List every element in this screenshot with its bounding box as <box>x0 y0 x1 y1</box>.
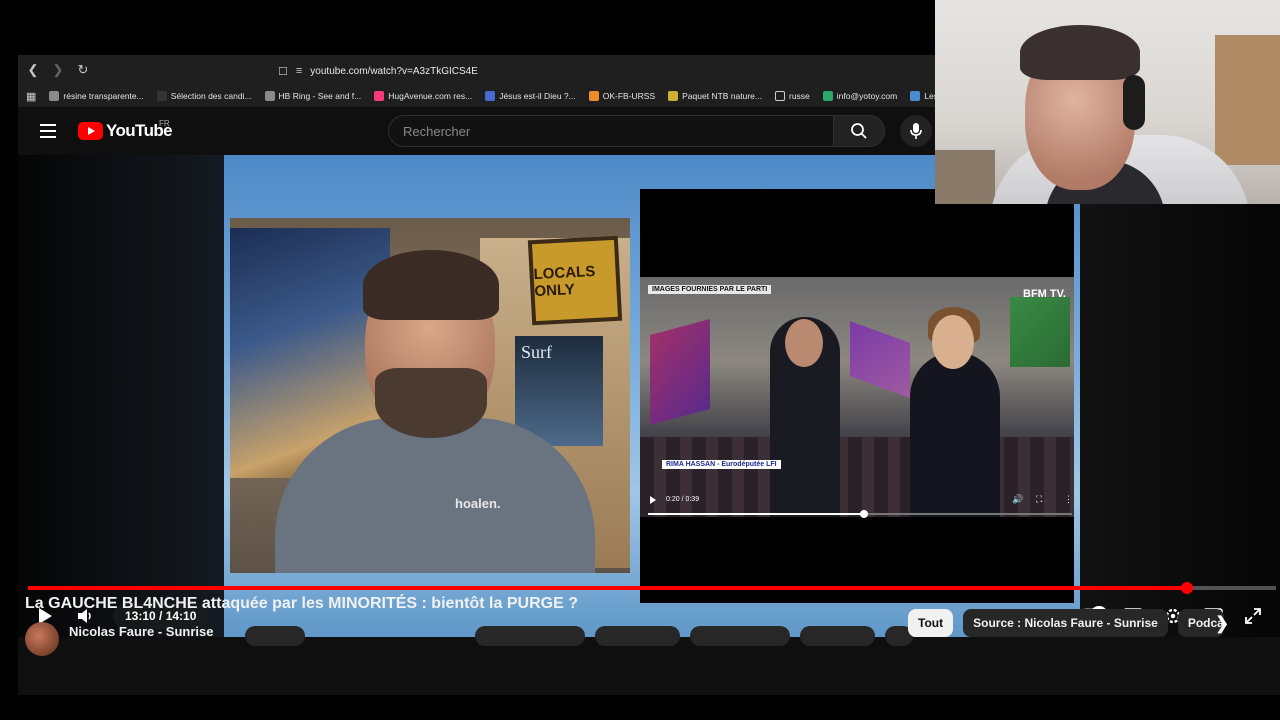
save-button[interactable] <box>690 626 790 646</box>
forward-icon[interactable]: ❯ <box>48 60 68 80</box>
shirt-print: hoalen. <box>455 496 501 511</box>
speaker-head <box>785 319 823 367</box>
bookmark-star-icon[interactable]: ☐ <box>278 65 288 78</box>
webcam-overlay <box>935 0 1280 204</box>
clip-fullscreen-icon: ⛶ <box>1036 494 1043 504</box>
bookmark-favicon-icon <box>822 91 833 101</box>
clip-progress-track <box>648 510 1072 518</box>
channel-avatar[interactable] <box>25 622 59 656</box>
voice-search-button[interactable] <box>900 115 932 147</box>
purple-flag <box>650 318 710 426</box>
youtube-logo[interactable]: YouTube <box>78 121 173 141</box>
bookmark-item[interactable]: OK-FB-URSS <box>588 91 655 101</box>
clip-image: IMAGES FOURNIES PAR LE PARTI BFM TV. RIM… <box>640 277 1074 517</box>
thanks-button[interactable] <box>800 626 875 646</box>
reload-icon[interactable]: ↻ <box>73 60 93 80</box>
source-tag: IMAGES FOURNIES PAR LE PARTI <box>648 285 772 294</box>
bookmark-favicon-icon <box>588 91 599 101</box>
bookmark-item[interactable]: Sélection des candi... <box>156 91 252 101</box>
chip-source[interactable]: Source : Nicolas Faure - Sunrise <box>963 609 1168 637</box>
video-player[interactable]: LOCALS ONLY Surf hoalen. IMAGES FOURNIES… <box>18 155 1280 637</box>
microphone-icon <box>910 123 922 139</box>
subscribe-button[interactable] <box>245 626 305 646</box>
green-flag <box>1010 297 1070 367</box>
lower-third: RIMA HASSAN - Eurodéputée LFI <box>662 460 781 469</box>
clip-volume-icon: 🔊 <box>1012 494 1024 504</box>
chip-row: Tout Source : Nicolas Faure - Sunrise Po… <box>908 608 1224 638</box>
bookmark-favicon-icon <box>910 91 921 101</box>
bookmark-item[interactable]: russe <box>775 91 810 101</box>
embedded-clip: IMAGES FOURNIES PAR LE PARTI BFM TV. RIM… <box>640 189 1074 603</box>
back-icon[interactable]: ❮ <box>23 60 43 80</box>
site-info-icon[interactable]: ≡ <box>296 65 302 77</box>
bookmark-favicon-icon <box>668 91 679 101</box>
apps-grid-icon[interactable]: ▦ <box>26 90 36 103</box>
fullscreen-icon <box>1245 608 1261 624</box>
clip-more-icon: ⋮ <box>1064 494 1073 504</box>
presenter <box>265 250 595 573</box>
bookmark-favicon-icon <box>156 91 167 101</box>
url-text: youtube.com/watch?v=A3zTkGICS4E <box>310 65 478 77</box>
player-ambient-right <box>1080 155 1280 637</box>
woman-head <box>932 315 974 369</box>
video-title: La GAUCHE BL4NCHE attaquée par les MINOR… <box>25 595 578 612</box>
menu-icon[interactable] <box>40 124 56 138</box>
search-button[interactable] <box>833 115 885 147</box>
bookmark-item[interactable]: HB Ring - See and f... <box>264 91 361 101</box>
screen: ❮ ❯ ↻ ☐ ≡ youtube.com/watch?v=A3zTkGICS4… <box>0 0 1280 720</box>
bookmark-favicon-icon <box>485 91 496 101</box>
clip-controls: 0:20 / 0:39 🔊 ⛶ ⋮ <box>640 491 1074 513</box>
presenter-shirt <box>275 418 595 573</box>
search-icon <box>851 123 867 139</box>
video-frame: LOCALS ONLY Surf hoalen. IMAGES FOURNIES… <box>224 155 1080 637</box>
presenter-camera: LOCALS ONLY Surf hoalen. <box>230 218 630 573</box>
channel-name[interactable]: Nicolas Faure - Sunrise <box>69 624 214 639</box>
youtube-play-logo-icon <box>78 122 103 140</box>
purple-flag <box>850 321 910 398</box>
bookmark-favicon-icon <box>49 91 60 101</box>
region-code: FR <box>159 119 170 128</box>
bookmark-favicon-icon <box>374 91 385 101</box>
bookmark-item[interactable]: info@yotoy.com <box>822 91 897 101</box>
streamer-hair <box>1020 25 1140 80</box>
door <box>1215 35 1280 165</box>
clip-time: 0:20 / 0:39 <box>666 496 700 503</box>
folder-icon <box>775 91 785 101</box>
presenter-beard <box>375 368 487 438</box>
like-dislike-button[interactable] <box>475 626 585 646</box>
clip-play-icon <box>650 496 656 504</box>
headset-icon <box>1123 75 1145 130</box>
url-field[interactable]: ☐ ≡ youtube.com/watch?v=A3zTkGICS4E <box>278 60 958 82</box>
progress-played <box>28 586 1188 590</box>
presenter-hair <box>363 250 499 320</box>
fullscreen-button[interactable] <box>1238 601 1268 631</box>
bookmark-favicon-icon <box>264 91 275 101</box>
bookmark-item[interactable]: Jésus est-il Dieu ?... <box>485 91 576 101</box>
chip-all[interactable]: Tout <box>908 609 954 637</box>
clip-progress-fill <box>648 513 865 515</box>
share-button[interactable] <box>595 626 680 646</box>
chevron-right-icon[interactable]: ❯ <box>1210 611 1234 635</box>
bfm-logo: BFM TV. <box>1023 288 1066 300</box>
bookmark-item[interactable]: résine transparente... <box>49 91 144 101</box>
player-ambient-left <box>18 155 224 637</box>
bookmark-item[interactable]: Paquet NTB nature... <box>668 91 762 101</box>
video-progress-bar[interactable] <box>28 582 1276 594</box>
search-input[interactable]: Rechercher <box>388 115 834 147</box>
bookmark-item[interactable]: HugAvenue.com res... <box>374 91 472 101</box>
shelf <box>935 150 995 204</box>
